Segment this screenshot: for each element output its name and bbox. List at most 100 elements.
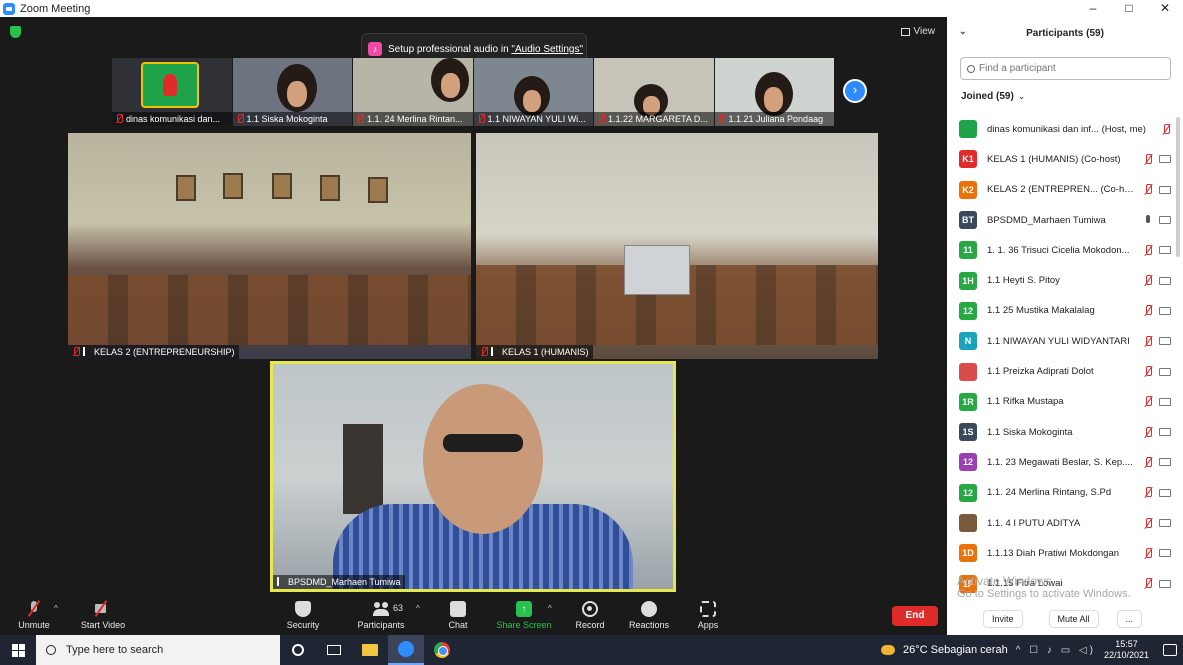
record-button[interactable]: Record [572, 592, 608, 635]
thumbnail-tile[interactable]: 1.1. 24 Merlina Rintan... [353, 58, 473, 126]
invite-button[interactable]: Invite [983, 610, 1023, 628]
reactions-button[interactable]: Reactions [626, 592, 672, 635]
mic-on-icon[interactable] [1143, 214, 1153, 226]
more-options-button[interactable]: ... [1116, 610, 1143, 628]
close-button[interactable]: ✕ [1147, 0, 1183, 17]
participant-row[interactable]: dinas komunikasi dan inf... (Host, me) [959, 114, 1171, 144]
mic-muted-icon[interactable] [1143, 305, 1153, 316]
clock[interactable]: 15:57 22/10/2021 [1104, 639, 1149, 661]
panel-scrollbar[interactable] [1176, 117, 1180, 257]
encryption-shield-icon[interactable] [10, 26, 21, 38]
camera-off-icon[interactable] [1159, 306, 1171, 315]
camera-off-icon[interactable] [1159, 367, 1171, 376]
thumbnail-tile[interactable]: dinas komunikasi dan... [112, 58, 232, 126]
notification-icon[interactable] [1163, 644, 1177, 656]
mic-muted-icon[interactable] [1143, 578, 1153, 589]
cortana-button[interactable] [280, 635, 316, 665]
participant-row[interactable]: 1.1. 4 I PUTU ADITYA [959, 508, 1171, 538]
chat-button[interactable]: Chat [444, 592, 472, 635]
participants-button[interactable]: Participants [354, 592, 408, 635]
participant-row[interactable]: 12 1.1. 23 Megawati Beslar, S. Kep.... [959, 447, 1171, 477]
end-meeting-button[interactable]: End [892, 606, 938, 626]
mic-muted-icon[interactable] [1143, 335, 1153, 347]
participant-row[interactable]: 1.1 Preizka Adiprati Dolot [959, 356, 1171, 386]
video-tile-active-speaker[interactable]: BPSDMD_Marhaen Tumiwa [270, 361, 676, 592]
audio-options-chevron-up-icon[interactable]: ^ [54, 604, 58, 613]
participant-search[interactable] [960, 57, 1171, 80]
start-video-button[interactable]: Start Video [76, 592, 130, 635]
camera-off-icon[interactable] [1159, 488, 1171, 497]
participant-name: KELAS 1 (HUMANIS) (Co-host) [987, 153, 1121, 165]
mic-muted-icon[interactable] [1143, 456, 1153, 468]
task-view-button[interactable] [316, 635, 352, 665]
joined-section-header[interactable]: Joined (59) ⌄ [961, 91, 1025, 102]
participant-row[interactable]: 1R 1.1 Rifka Mustapa [959, 387, 1171, 417]
camera-off-icon[interactable] [1159, 579, 1171, 588]
smiley-plus-icon [641, 601, 657, 617]
participant-row[interactable]: 1H 1.1 Heyti S. Pitoy [959, 265, 1171, 295]
thumbnail-tile[interactable]: 1.1.22 MARGARETA D... [594, 58, 714, 126]
participant-row[interactable]: 11 1. 1. 36 Trisuci Cicelia Mokodon... [959, 235, 1171, 265]
apps-button[interactable]: Apps [694, 592, 722, 635]
mic-muted-icon[interactable] [1143, 547, 1153, 559]
tray-icons[interactable]: ^ ☐ ♪ ▭ ◁) [1016, 645, 1096, 656]
camera-off-icon[interactable] [1159, 155, 1171, 164]
video-tile-kelas-2[interactable]: KELAS 2 (ENTREPRENEURSHIP) [68, 133, 471, 359]
thumbnail-tile[interactable]: 1.1 Siska Mokoginta [232, 58, 352, 126]
mic-muted-icon[interactable] [1143, 184, 1153, 195]
avatar [959, 514, 977, 532]
mic-muted-icon[interactable] [1143, 517, 1153, 529]
participant-row[interactable]: K2 KELAS 2 (ENTREPREN... (Co-host) [959, 175, 1171, 205]
mute-all-button[interactable]: Mute All [1048, 610, 1099, 628]
record-label: Record [575, 620, 605, 630]
thumbnail-tile[interactable]: 1.1.21 Juliana Pondaag [714, 58, 834, 126]
camera-off-icon[interactable] [1159, 458, 1171, 467]
taskbar-search[interactable]: Type here to search [36, 635, 280, 665]
maximize-button[interactable]: □ [1111, 0, 1147, 17]
camera-off-icon[interactable] [1159, 246, 1171, 255]
participant-row[interactable]: 12 1.1. 24 Merlina Rintang, S.Pd [959, 478, 1171, 508]
mic-muted-icon[interactable] [1143, 366, 1153, 377]
next-page-chevron-icon[interactable]: › [843, 79, 867, 103]
weather-text[interactable]: 26°C Sebagian cerah [903, 644, 1008, 656]
thumbnail-tile[interactable]: 1.1 NIWAYAN YULI Wi... [473, 58, 593, 126]
mic-muted-icon[interactable] [1143, 275, 1153, 286]
share-chevron-up-icon[interactable]: ^ [548, 604, 552, 613]
participant-row[interactable]: N 1.1 NIWAYAN YULI WIDYANTARI [959, 326, 1171, 356]
camera-off-icon[interactable] [1159, 549, 1171, 558]
collapse-chevron-down-icon[interactable]: ⌄ [959, 26, 967, 37]
tile-name: KELAS 1 (HUMANIS) [502, 347, 589, 357]
video-tile-kelas-1[interactable]: KELAS 1 (HUMANIS) [476, 133, 878, 359]
mic-muted-icon[interactable] [1143, 153, 1153, 165]
security-button[interactable]: Security [284, 592, 322, 635]
participant-row[interactable]: K1 KELAS 1 (HUMANIS) (Co-host) [959, 144, 1171, 174]
participant-row[interactable]: 12 1.1 25 Mustika Makalalag [959, 296, 1171, 326]
search-input[interactable] [979, 63, 1159, 74]
mic-muted-icon[interactable] [1161, 123, 1171, 135]
zoom-taskbar-button[interactable] [388, 635, 424, 665]
camera-off-icon[interactable] [1159, 397, 1171, 406]
mic-muted-icon[interactable] [1143, 396, 1153, 407]
chrome-taskbar-button[interactable] [424, 635, 460, 665]
door-frame [343, 424, 383, 514]
participant-row[interactable]: 1D 1.1.13 Diah Pratiwi Mokdongan [959, 538, 1171, 568]
participant-row[interactable]: BT BPSDMD_Marhaen Tumiwa [959, 205, 1171, 235]
mic-muted-icon[interactable] [1143, 244, 1153, 256]
camera-off-icon[interactable] [1159, 428, 1171, 437]
camera-off-icon[interactable] [1159, 216, 1171, 225]
mic-muted-icon[interactable] [1143, 426, 1153, 438]
camera-off-icon[interactable] [1159, 337, 1171, 346]
unmute-button[interactable]: Unmute [14, 592, 54, 635]
audio-settings-link[interactable]: "Audio Settings" [511, 44, 583, 55]
file-explorer-button[interactable] [352, 635, 388, 665]
camera-off-icon[interactable] [1159, 519, 1171, 527]
share-screen-button[interactable]: ↑ Share Screen [496, 592, 552, 635]
minimize-button[interactable]: – [1075, 0, 1111, 17]
participants-chevron-up-icon[interactable]: ^ [416, 604, 420, 613]
camera-off-icon[interactable] [1159, 276, 1171, 285]
camera-off-icon[interactable] [1159, 185, 1171, 194]
mic-muted-icon[interactable] [1143, 487, 1153, 498]
view-button[interactable]: View [900, 26, 935, 37]
participant-row[interactable]: 1S 1.1 Siska Mokoginta [959, 417, 1171, 447]
start-button[interactable] [0, 635, 36, 665]
